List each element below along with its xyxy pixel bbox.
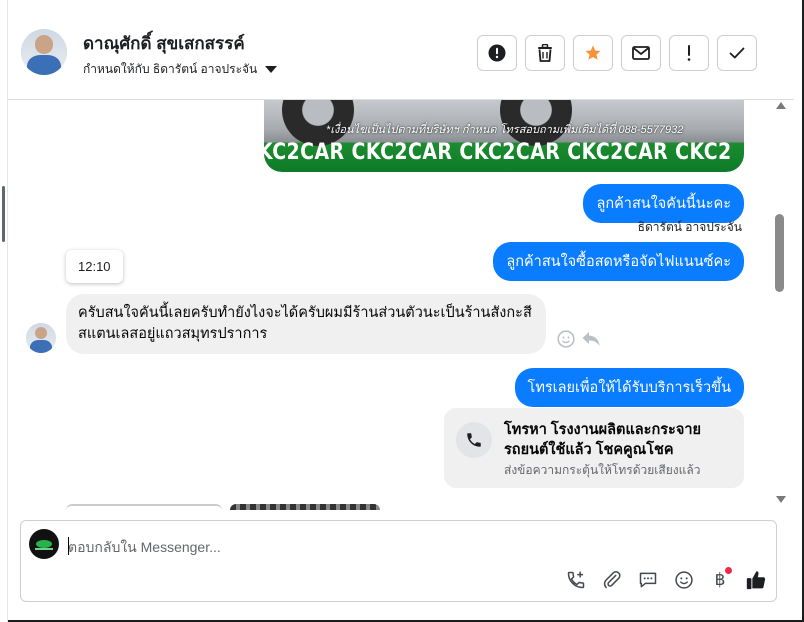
emoji-button[interactable] (671, 567, 697, 593)
promo-note: *เงื่อนไขเป็นไปตามที่บริษัทฯ กำหนด โทรสอ… (326, 124, 684, 136)
phone-icon (456, 422, 492, 458)
thumbs-up-icon (746, 571, 766, 590)
exclamation-icon (687, 45, 691, 61)
panel-resize-handle[interactable] (2, 186, 5, 242)
envelope-icon (632, 46, 650, 60)
scroll-down-arrow-icon[interactable] (776, 496, 786, 503)
saved-replies-button[interactable] (635, 567, 661, 593)
scroll-up-arrow-icon[interactable] (776, 102, 786, 109)
check-icon (729, 47, 745, 59)
reply-input[interactable] (68, 537, 668, 557)
attachment-thumbnail[interactable] (66, 504, 222, 510)
thread-scrollbar[interactable] (774, 100, 788, 510)
call-cta-card[interactable]: โทรหา โรงงานผลิตและกระจายรถยนต์ใช้แล้ว โ… (444, 408, 744, 488)
star-button[interactable] (573, 35, 613, 71)
chat-bubble-dots-icon (639, 572, 657, 588)
reply-composer: ฿ (20, 520, 777, 602)
call-request-button[interactable] (563, 567, 589, 593)
assignee-dropdown[interactable]: กำหนดให้กับ ธิดารัตน์ อาจประจัน (83, 60, 278, 79)
phone-plus-icon (567, 571, 585, 589)
reply-icon[interactable] (581, 330, 601, 348)
notification-dot (725, 567, 732, 574)
promo-image[interactable]: *เงื่อนไขเป็นไปตามที่บริษัทฯ กำหนด โทรสอ… (264, 100, 744, 172)
smiley-react-icon[interactable] (557, 330, 575, 348)
paperclip-icon (603, 571, 621, 589)
like-button[interactable] (743, 567, 769, 593)
contact-avatar-small[interactable] (26, 323, 56, 353)
sender-label: ธิดารัตน์ อาจประจัน (637, 220, 742, 234)
left-panel-edge (0, 0, 8, 622)
smiley-icon (675, 571, 693, 589)
contact-name[interactable]: ดาณุศักดิ์ สุขเสกสรรค์ (83, 30, 245, 57)
outgoing-message[interactable]: โทรเลยเพื่อให้ได้รับบริการเร็วขึ้น (514, 368, 744, 407)
contact-avatar[interactable] (21, 29, 67, 75)
exclamation-circle-icon (488, 44, 506, 62)
caret-down-icon (265, 66, 278, 73)
star-icon (585, 45, 601, 60)
outgoing-message[interactable]: ลูกค้าสนใจซื้อสดหรือจัดไฟแนนซ์คะ (493, 242, 744, 281)
trash-icon (538, 44, 552, 62)
timestamp-tooltip: 12:10 (66, 250, 123, 283)
mark-unread-button[interactable] (621, 35, 661, 71)
conversation-header: ดาณุศักดิ์ สุขเสกสรรค์ กำหนดให้กับ ธิดาร… (8, 0, 794, 100)
call-card-subtitle: ส่งข้อความกระตุ้นให้โทรด้วยเสียงแล้ว (504, 463, 701, 477)
attachment-thumbnail[interactable] (230, 504, 380, 510)
message-thread[interactable]: *เงื่อนไขเป็นไปตามที่บริษัทฯ กำหนด โทรสอ… (8, 100, 794, 510)
header-actions (477, 35, 757, 71)
delete-button[interactable] (525, 35, 565, 71)
composer-tools: ฿ (563, 567, 769, 593)
mark-done-button[interactable] (717, 35, 757, 71)
payment-button[interactable]: ฿ (707, 567, 733, 593)
attach-button[interactable] (599, 567, 625, 593)
follow-up-button[interactable] (669, 35, 709, 71)
spam-button[interactable] (477, 35, 517, 71)
text-cursor (68, 537, 69, 555)
message-hover-actions (557, 330, 601, 348)
promo-band: KC2CAR CKC2CAR CKC2CAR CKC2CAR CKC2 (264, 140, 732, 165)
page-avatar (29, 529, 59, 559)
scrollbar-thumb[interactable] (775, 214, 784, 292)
baht-icon: ฿ (714, 570, 726, 590)
call-card-title: โทรหา โรงงานผลิตและกระจายรถยนต์ใช้แล้ว โ… (504, 422, 701, 458)
assignee-label: กำหนดให้กับ ธิดารัตน์ อาจประจัน (83, 62, 258, 76)
attachment-thumbnails[interactable] (66, 504, 381, 510)
incoming-message[interactable]: ครับสนใจคันนี้เลยครับทำยังไงจะได้ครับผมม… (66, 294, 546, 354)
